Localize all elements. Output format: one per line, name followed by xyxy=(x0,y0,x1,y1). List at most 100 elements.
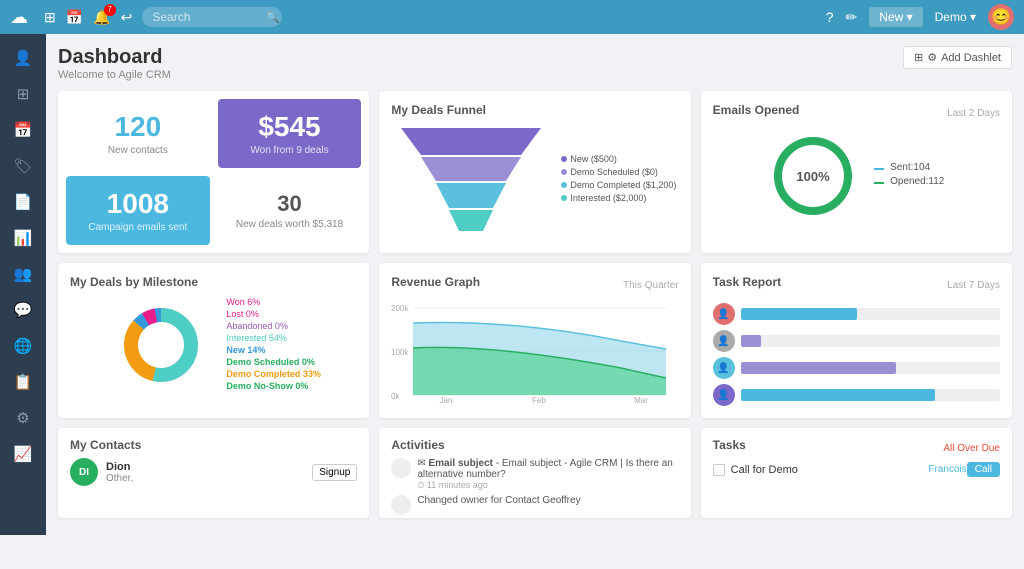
activity-icon xyxy=(391,458,411,478)
topnav-right: ? ✏ New ▾ Demo ▾ 😊 xyxy=(826,4,1014,30)
main-content: Dashboard Welcome to Agile CRM ⊞ ⚙ Add D… xyxy=(46,34,1024,535)
stat-new-contacts: 120 New contacts xyxy=(66,99,210,168)
funnel-label-demo-completed: Demo Completed ($1,200) xyxy=(561,180,676,190)
task-bar xyxy=(741,308,858,320)
funnel-svg xyxy=(391,123,551,233)
contact-info: Dion Other, xyxy=(106,461,304,484)
task-bar-bg xyxy=(741,389,1000,401)
task-row: 👤 xyxy=(713,330,1000,352)
stat-new-deals: 30 New deals worth $5,318 xyxy=(218,176,362,245)
task-bar-bg xyxy=(741,362,1000,374)
task-row: 👤 xyxy=(713,303,1000,325)
history-icon[interactable]: ↩ xyxy=(121,9,133,26)
sidebar-item-users[interactable]: 👥 xyxy=(5,258,41,290)
calendar-icon[interactable]: 📅 xyxy=(66,9,83,26)
task-avatar: 👤 xyxy=(713,330,735,352)
emails-card: Emails Opened Last 2 Days 100% Sent:104 xyxy=(701,91,1012,253)
task-bar-bg xyxy=(741,335,1000,347)
milestone-container: Won 6% Lost 0% Abandoned 0% Interested 5… xyxy=(70,295,357,395)
stat-won: $545 Won from 9 deals xyxy=(218,99,362,168)
activities-card: Activities ✉ Email subject - Email subje… xyxy=(379,428,690,518)
help-icon[interactable]: ? xyxy=(826,9,834,25)
contact-avatar: DI xyxy=(70,458,98,486)
search-box[interactable]: 🔍 xyxy=(142,7,282,27)
task-report-header: Task Report Last 7 Days xyxy=(713,275,1000,295)
svg-text:100k: 100k xyxy=(391,348,409,357)
sidebar-item-globe[interactable]: 🌐 xyxy=(5,330,41,362)
stats-card: 120 New contacts $545 Won from 9 deals 1… xyxy=(58,91,369,253)
emails-header: Emails Opened Last 2 Days xyxy=(713,103,1000,123)
donut-legend: Sent:104 Opened:112 xyxy=(874,162,944,190)
sidebar-item-chat[interactable]: 💬 xyxy=(5,294,41,326)
grid-icon[interactable]: ⊞ xyxy=(44,9,56,26)
task-item: Call for Demo Francois Call xyxy=(713,462,1000,477)
funnel-label-interested: Interested ($2,000) xyxy=(561,193,676,203)
page-title-block: Dashboard Welcome to Agile CRM xyxy=(58,46,171,81)
task-checkbox[interactable] xyxy=(713,464,725,476)
contact-item: DI Dion Other, Signup xyxy=(70,458,357,486)
funnel-label-demo-scheduled: Demo Scheduled ($0) xyxy=(561,167,676,177)
activity-item: Changed owner for Contact Geoffrey xyxy=(391,495,678,515)
logo-icon[interactable]: ☁ xyxy=(10,7,28,28)
add-dashlet-button[interactable]: ⊞ ⚙ Add Dashlet xyxy=(903,46,1012,69)
task-row: 👤 xyxy=(713,357,1000,379)
tasks-card: Tasks All Over Due Call for Demo Francoi… xyxy=(701,428,1012,518)
sidebar-item-analytics[interactable]: 📈 xyxy=(5,438,41,470)
demo-button[interactable]: Demo ▾ xyxy=(935,10,976,24)
milestone-card: My Deals by Milestone Won 6% xyxy=(58,263,369,418)
sidebar-item-calendar[interactable]: 📅 xyxy=(5,114,41,146)
dashboard-grid-row2: My Deals by Milestone Won 6% xyxy=(58,263,1012,418)
new-button[interactable]: New ▾ xyxy=(869,7,922,27)
sidebar: 👤 ⊞ 📅 🏷 📄 📊 👥 💬 🌐 📋 ⚙ 📈 xyxy=(0,34,46,535)
stat-grid: 120 New contacts $545 Won from 9 deals 1… xyxy=(66,99,361,245)
tasks-header: Tasks All Over Due xyxy=(713,438,1000,458)
revenue-header: Revenue Graph This Quarter xyxy=(391,275,678,295)
svg-text:0k: 0k xyxy=(391,392,400,401)
activity-item: ✉ Email subject - Email subject - Agile … xyxy=(391,458,678,491)
topnav: ☁ ⊞ 📅 🔔 7 ↩ 🔍 ? ✏ New ▾ Demo ▾ 😊 xyxy=(0,0,1024,34)
page-header: Dashboard Welcome to Agile CRM ⊞ ⚙ Add D… xyxy=(58,46,1012,81)
sidebar-item-reports[interactable]: 📊 xyxy=(5,222,41,254)
task-bar xyxy=(741,389,936,401)
avatar[interactable]: 😊 xyxy=(988,4,1014,30)
task-avatar: 👤 xyxy=(713,303,735,325)
edit-icon[interactable]: ✏ xyxy=(846,9,858,26)
page-title: Dashboard xyxy=(58,46,171,69)
page-subtitle: Welcome to Agile CRM xyxy=(58,69,171,81)
bottom-row: My Contacts DI Dion Other, Signup Activi… xyxy=(58,428,1012,518)
donut-svg: 100% xyxy=(768,131,858,221)
grid-icon-small: ⊞ xyxy=(914,51,923,64)
notification-bell[interactable]: 🔔 7 xyxy=(93,9,110,26)
sidebar-item-documents[interactable]: 📄 xyxy=(5,186,41,218)
call-button[interactable]: Call xyxy=(967,462,1000,477)
sidebar-item-contacts[interactable]: 👤 xyxy=(5,42,41,74)
milestone-labels: Won 6% Lost 0% Abandoned 0% Interested 5… xyxy=(226,297,321,393)
revenue-chart: 200k 100k 0k Jan Feb Mar xyxy=(391,303,678,406)
sidebar-item-settings[interactable]: ⚙ xyxy=(5,402,41,434)
funnel-label-new: New ($500) xyxy=(561,154,676,164)
gear-icon-small: ⚙ xyxy=(927,51,937,64)
sidebar-item-deals[interactable]: 🏷 xyxy=(5,150,41,182)
search-input[interactable] xyxy=(152,10,262,24)
svg-text:200k: 200k xyxy=(391,304,409,313)
svg-text:100%: 100% xyxy=(797,169,831,184)
notification-badge: 7 xyxy=(104,4,116,16)
funnel-container: New ($500) Demo Scheduled ($0) Demo Comp… xyxy=(391,123,678,233)
task-bar xyxy=(741,335,762,347)
revenue-card: Revenue Graph This Quarter 200k 100k 0k xyxy=(379,263,690,418)
svg-text:Jan: Jan xyxy=(440,396,453,403)
svg-text:Mar: Mar xyxy=(634,396,648,403)
task-avatar: 👤 xyxy=(713,384,735,406)
sidebar-item-dashboard[interactable]: ⊞ xyxy=(5,78,41,110)
revenue-svg: 200k 100k 0k Jan Feb Mar xyxy=(391,303,671,403)
milestone-donut-svg xyxy=(106,295,216,395)
donut-container: 100% Sent:104 Opened:112 xyxy=(713,131,1000,221)
task-bar xyxy=(741,362,897,374)
task-bar-bg xyxy=(741,308,1000,320)
sidebar-item-list[interactable]: 📋 xyxy=(5,366,41,398)
signup-button[interactable]: Signup xyxy=(312,464,357,481)
funnel-labels: New ($500) Demo Scheduled ($0) Demo Comp… xyxy=(561,154,676,203)
task-row: 👤 xyxy=(713,384,1000,406)
stat-campaign: 1008 Campaign emails sent xyxy=(66,176,210,245)
funnel-card: My Deals Funnel New ($500) D xyxy=(379,91,690,253)
